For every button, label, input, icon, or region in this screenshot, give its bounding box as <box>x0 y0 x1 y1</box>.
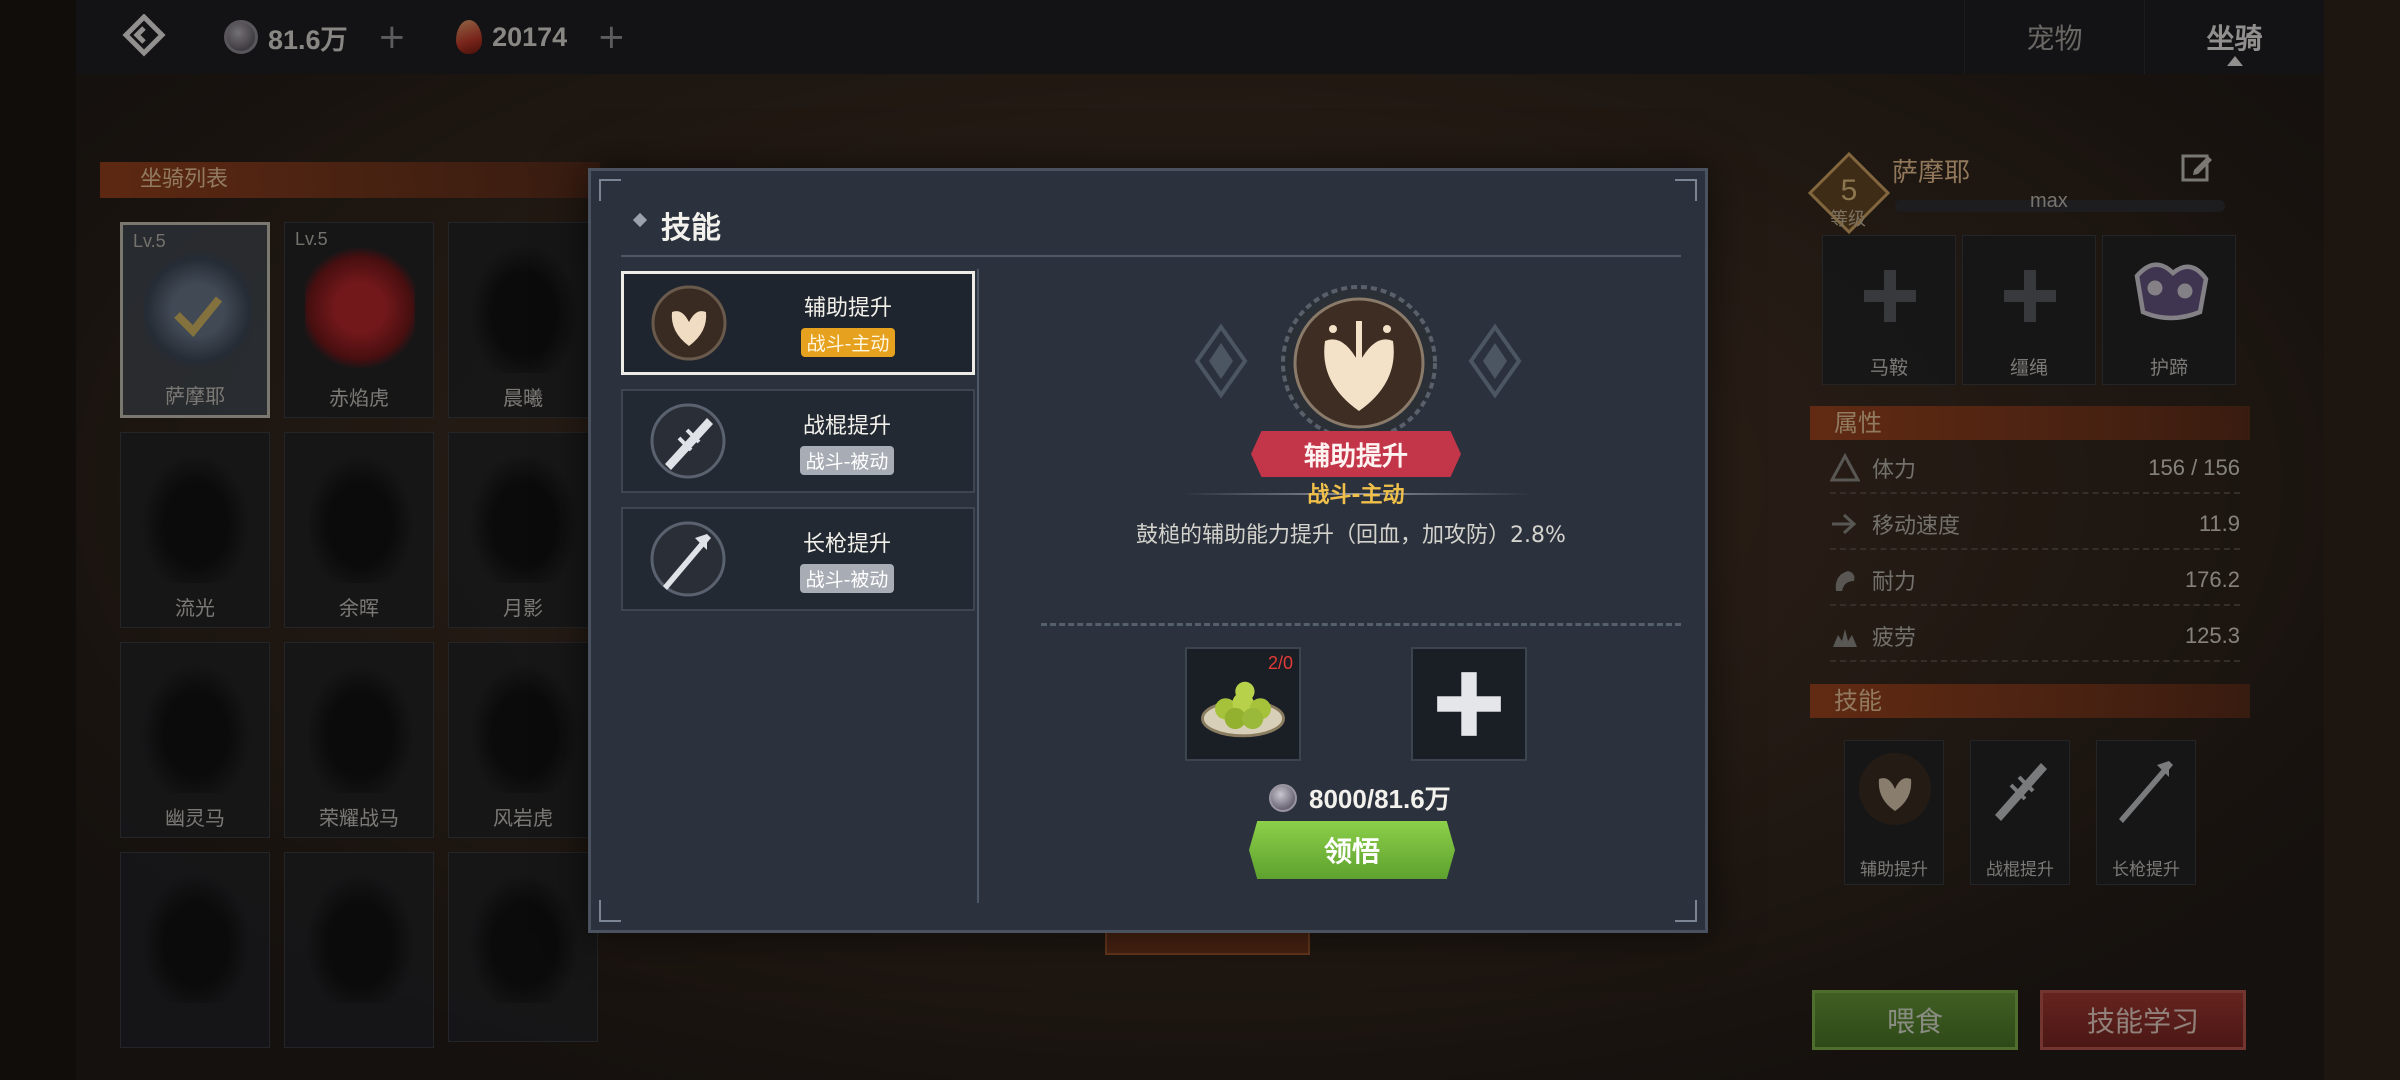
staff-boost-icon <box>650 403 726 479</box>
skill-item-assist[interactable]: 辅助提升 战斗-主动 <box>621 271 975 375</box>
skill-tag: 战斗-主动 <box>800 327 896 357</box>
selected-skill-tag: 战斗-主动 <box>1307 483 1405 508</box>
skill-name: 辅助提升 <box>803 295 892 321</box>
left-ornament-icon <box>1194 323 1248 399</box>
selected-skill-icon <box>1281 285 1437 441</box>
material-count: 2/0 <box>1267 653 1293 673</box>
corner-ornament <box>599 179 621 201</box>
skill-item-staff[interactable]: 战棍提升 战斗-被动 <box>621 389 975 493</box>
silver-coin-icon <box>1269 783 1297 812</box>
modal-title: 技能 <box>661 211 721 246</box>
add-material-slot[interactable] <box>1411 647 1527 761</box>
skill-name: 长枪提升 <box>802 531 891 557</box>
section-divider <box>1041 623 1681 626</box>
corner-ornament <box>1675 900 1697 922</box>
plus-icon <box>1437 672 1501 736</box>
corner-ornament <box>1675 179 1697 201</box>
skill-name: 战棍提升 <box>802 413 891 439</box>
title-divider <box>621 255 1681 257</box>
corner-ornament <box>599 900 621 922</box>
skill-item-spear[interactable]: 长枪提升 战斗-被动 <box>621 507 975 611</box>
cost-value: 8000/81.6万 <box>1309 784 1451 814</box>
title-diamond-icon <box>632 212 648 228</box>
selected-skill-name: 辅助提升 <box>1251 431 1461 477</box>
material-slot[interactable]: 2/0 <box>1185 647 1301 761</box>
skill-item-text: 辅助提升 战斗-主动 <box>768 290 928 357</box>
cost-display: 8000/81.6万 <box>1269 779 1451 816</box>
skill-item-text: 战棍提升 战斗-被动 <box>767 408 927 475</box>
skill-description: 鼓槌的辅助能力提升（回血，加攻防）2.8% <box>1136 523 1566 548</box>
assist-boost-icon <box>651 285 727 361</box>
skill-modal: 技能 辅助提升 战斗-主动 战棍提升 战斗-被动 长枪提升 战斗-被动 辅助提升… <box>588 168 1708 933</box>
comprehend-button[interactable]: 领悟 <box>1249 821 1455 879</box>
right-ornament-icon <box>1468 323 1522 399</box>
spear-boost-icon <box>650 521 726 597</box>
skill-tag: 战斗-被动 <box>799 445 895 475</box>
skill-tag: 战斗-被动 <box>799 563 895 593</box>
column-divider <box>977 269 979 903</box>
skill-item-text: 长枪提升 战斗-被动 <box>767 526 927 593</box>
